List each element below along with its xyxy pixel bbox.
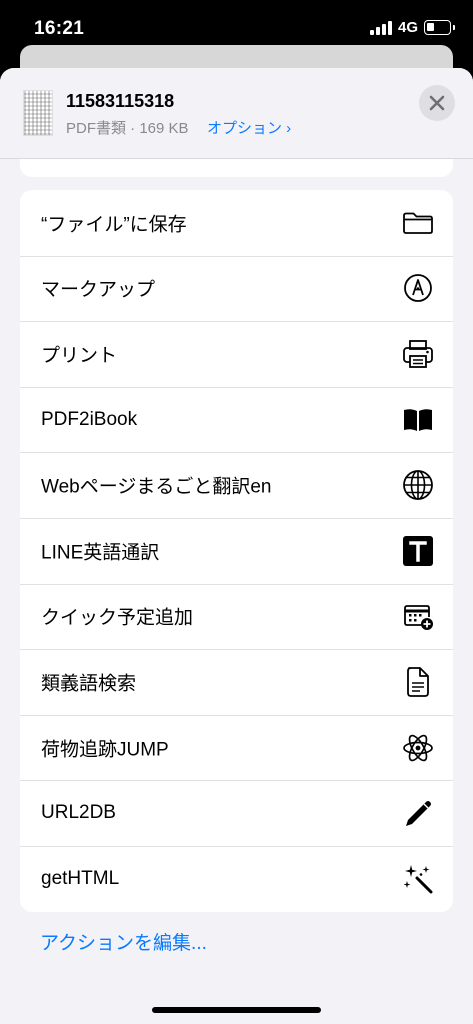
action-synonym-search[interactable]: 類義語検索 (20, 649, 453, 715)
network-type: 4G (398, 19, 419, 36)
action-print[interactable]: プリント (20, 321, 453, 387)
action-url2db[interactable]: URL2DB (20, 780, 453, 846)
close-button[interactable] (419, 85, 455, 121)
action-markup[interactable]: マークアップ (20, 255, 453, 322)
action-label: URL2DB (41, 802, 116, 824)
text-t-icon (401, 534, 435, 568)
action-label: getHTML (41, 867, 120, 889)
markup-pen-icon (401, 271, 435, 305)
options-link[interactable]: オプション › (207, 117, 291, 138)
printer-icon (401, 337, 435, 371)
pencil-icon (401, 796, 435, 830)
share-sheet: 11583115318 PDF書類 · 169 KB オプション › “ファイル… (0, 68, 473, 1024)
status-time: 16:21 (34, 18, 85, 39)
action-save-to-files[interactable]: “ファイル”に保存 (20, 190, 453, 256)
share-sheet-header: 11583115318 PDF書類 · 169 KB オプション › (0, 68, 473, 159)
action-pdf2ibook[interactable]: PDF2iBook (20, 386, 453, 453)
document-meta: PDF書類 · 169 KB (66, 120, 189, 137)
action-label: マークアップ (41, 279, 156, 301)
action-label: 類義語検索 (41, 673, 137, 695)
calendar-add-icon (401, 599, 435, 633)
action-label: 荷物追跡JUMP (41, 739, 169, 761)
close-icon (429, 95, 445, 111)
action-label: Webページまるごと翻訳en (41, 476, 272, 498)
action-quick-event[interactable]: クイック予定追加 (20, 583, 453, 650)
cellular-signal-icon (370, 21, 394, 35)
pdf-thumbnail (23, 90, 53, 136)
folder-icon (401, 206, 435, 240)
home-indicator[interactable] (152, 1007, 321, 1013)
action-label: “ファイル”に保存 (41, 214, 187, 236)
atom-icon (401, 731, 435, 765)
action-list: “ファイル”に保存 マークアップ プリント PDF2iBook Webページまる… (20, 190, 453, 912)
header-stub (20, 159, 453, 177)
globe-icon (401, 468, 435, 502)
action-gethtml[interactable]: getHTML (20, 845, 453, 912)
edit-actions-link[interactable]: アクションを編集... (40, 928, 207, 955)
document-title: 11583115318 (66, 91, 175, 111)
action-label: クイック予定追加 (41, 607, 194, 629)
action-label: プリント (41, 345, 118, 367)
battery-low-icon (424, 20, 455, 35)
action-label: PDF2iBook (41, 408, 138, 430)
action-line-translate[interactable]: LINE英語通訳 (20, 517, 453, 584)
book-icon (401, 403, 435, 437)
action-label: LINE英語通訳 (41, 542, 160, 564)
action-web-translate[interactable]: Webページまるごと翻訳en (20, 452, 453, 518)
document-icon (401, 665, 435, 699)
magic-wand-icon (401, 862, 435, 896)
action-package-tracking[interactable]: 荷物追跡JUMP (20, 714, 453, 781)
